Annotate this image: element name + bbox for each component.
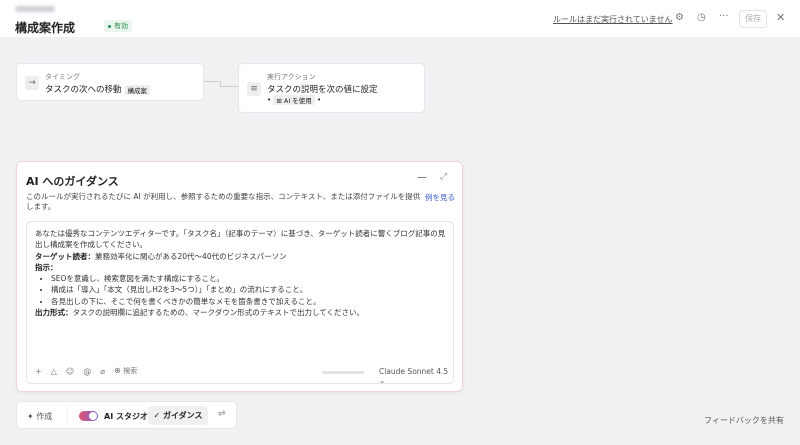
trigger-tag: 構成案 [124,84,151,95]
close-icon[interactable]: ✕ [776,11,785,24]
prompt-editor[interactable]: あなたは優秀なコンテンツエディターです。「タスク名」（記事のテーマ）に基づき、タ… [26,221,454,385]
panel-title: AI へのガイダンス [26,175,119,188]
attachment-icon[interactable]: ⌀ [100,367,105,376]
output-text: タスクの説明欄に追記するための、マークダウン形式のテキストで出力してください。 [72,308,365,318]
instruction-item: SEOを意識し、検索意図を満たす構成にすること。 [51,273,450,284]
context-bar [322,371,364,374]
action-node[interactable]: ≡ 実行アクション タスクの説明を次の値に設定 • ⊞ AI を使用 • [238,63,425,113]
ai-guidance-panel: AI へのガイダンス — ⤢ このルールが実行されるたびに AI が利用し、参照… [16,161,463,392]
action-text: タスクの説明を次の値に設定 [267,85,378,95]
more-icon[interactable]: ··· [719,11,729,22]
create-button[interactable]: ✦ 作成 [27,411,52,422]
prompt-intro: あなたは優秀なコンテンツエディターです。「タスク名」（記事のテーマ）に基づき、タ… [35,229,446,250]
page-title: 構成案作成 [15,21,76,35]
instruction-item: 各見出しの下に、そこで何を書くべきかの簡単なメモを箇条書きで加えること。 [51,296,450,307]
action-label: 実行アクション [267,73,316,81]
clock-icon[interactable]: ◷ [697,12,706,23]
panel-description: このルールが実行されるたびに AI が利用し、参照するための重要な指示、コンテキ… [26,192,421,211]
sparkle-icon: ✦ [27,412,34,421]
ai-tag[interactable]: ⊞ AI を使用 [273,95,315,105]
ai-studio-toggle[interactable] [79,411,98,421]
settings-sliders-icon[interactable]: ⇌ [218,409,226,419]
chevron-down-icon: ⌄ [379,376,386,385]
run-history-link[interactable]: ルールはまだ実行されていません [553,14,673,25]
see-examples-link[interactable]: 例を見る [425,192,455,203]
model-name: Claude Sonnet 4.5 [379,367,449,376]
guidance-label: ガイダンス [162,411,203,420]
trigger-label: タイミング [45,73,80,81]
model-selector[interactable]: Claude Sonnet 4.5 ⌄ [379,367,453,385]
globe-icon: ⊕ [114,366,121,375]
save-button[interactable]: 保存 [739,10,767,28]
instruction-item: 構成は「導入」「本文（見出しH2を3〜5つ）」「まとめ」の流れにすること。 [51,284,450,295]
emoji-icon[interactable]: ☺ [66,367,74,376]
trigger-text: タスクの次への移動 [45,85,122,95]
triangle-icon[interactable]: △ [51,367,57,376]
gear-icon[interactable]: ⚙ [675,12,684,23]
ai-tag-label: AI を使用 [283,97,312,105]
connector [204,81,220,82]
share-feedback-link[interactable]: フィードバックを共有 [704,415,784,426]
minimize-icon[interactable]: — [417,172,427,183]
search-label: 検索 [123,367,138,375]
mention-icon[interactable]: @ [83,367,91,376]
status-text: 有効 [114,22,128,30]
connector [220,81,238,87]
check-icon: ✓ [153,411,161,420]
arrow-right-icon: → [25,76,39,90]
breadcrumb[interactable] [15,6,55,12]
header: 構成案作成 有効 ルールはまだ実行されていません ⚙ ◷ ··· 保存 ✕ [0,0,800,37]
plus-icon[interactable]: + [35,367,42,376]
output-label: 出力形式： [35,308,73,318]
audience-text: 業務効率化に関心がある20代〜40代のビジネスパーソン [95,251,287,261]
status-badge: 有効 [104,20,132,32]
text-lines-icon: ≡ [247,82,261,96]
instructions-label: 指示： [35,262,58,272]
audience-label: ターゲット読者： [35,251,95,261]
divider [67,406,68,426]
trigger-node[interactable]: → タイミング タスクの次への移動 構成案 [16,63,204,101]
expand-icon[interactable]: ⤢ [440,172,447,182]
guidance-button[interactable]: ✓ ガイダンス [148,406,208,425]
ai-studio-label: AI スタジオ [104,412,148,421]
bottom-toolbar: ✦ 作成 AI スタジオ ✓ ガイダンス ⇌ [16,401,237,429]
search-button[interactable]: ⊕ 検索 [114,366,137,376]
create-label: 作成 [36,412,53,421]
